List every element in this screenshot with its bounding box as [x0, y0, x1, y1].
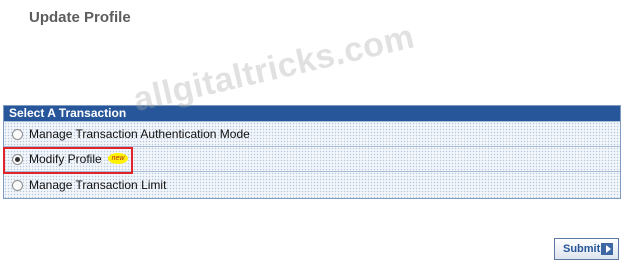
submit-label: Submit: [563, 243, 601, 255]
radio-manage-auth-mode[interactable]: [12, 128, 23, 140]
arrow-right-icon: [601, 243, 613, 255]
submit-button[interactable]: Submit: [554, 238, 619, 260]
option-row-modify-profile[interactable]: Modify Profile: [4, 146, 620, 171]
radio-manage-limit[interactable]: [12, 179, 23, 191]
radio-modify-profile[interactable]: [12, 153, 23, 165]
panel-header: Select A Transaction: [4, 106, 620, 121]
new-badge: new: [108, 153, 128, 164]
page-title: Update Profile: [29, 9, 131, 26]
option-label: Manage Transaction Authentication Mode: [29, 127, 250, 141]
transaction-panel: Select A Transaction Manage Transaction …: [3, 105, 621, 199]
option-label: Modify Profile: [29, 152, 102, 166]
option-row-manage-limit[interactable]: Manage Transaction Limit: [4, 171, 620, 198]
option-label: Manage Transaction Limit: [29, 178, 167, 192]
option-row-manage-auth-mode[interactable]: Manage Transaction Authentication Mode: [4, 121, 620, 146]
